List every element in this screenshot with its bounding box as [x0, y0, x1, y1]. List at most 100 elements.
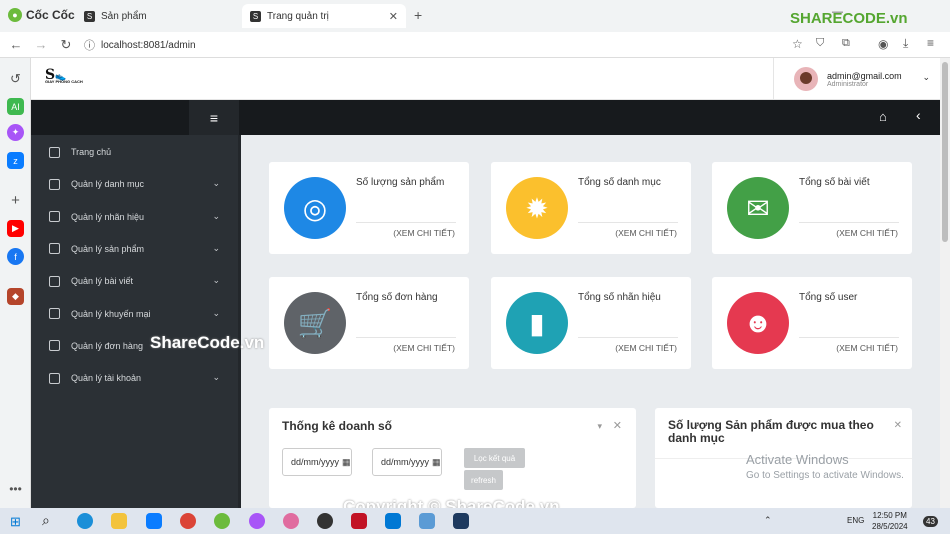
chevron-down-icon: ⌄ — [212, 372, 220, 383]
notification-badge[interactable]: 43 — [923, 516, 938, 527]
refresh-button[interactable]: refresh — [464, 470, 503, 490]
vs-icon[interactable] — [453, 513, 469, 529]
scrollbar-thumb[interactable] — [942, 62, 948, 242]
notepad-icon[interactable] — [419, 513, 435, 529]
sidebar-item[interactable]: Quản lý khuyến mại ⌄ — [31, 298, 238, 330]
sidebar-item[interactable]: Trang chủ — [31, 136, 238, 168]
date-from-input[interactable]: dd/mm/yyyy ▦ — [282, 448, 352, 476]
date-to-input[interactable]: dd/mm/yyyy ▦ — [372, 448, 442, 476]
edge-icon[interactable] — [77, 513, 93, 529]
extensions-icon[interactable]: ⧉ — [842, 37, 850, 50]
browser-tab-bar: ● Cốc Cốc S Sản phẩm S Trang quản trị ✕ … — [0, 0, 950, 32]
zalo-icon[interactable]: z — [7, 152, 24, 169]
chevron-down-icon[interactable]: ⌄ — [922, 72, 930, 83]
browser-brand[interactable]: ● Cốc Cốc — [8, 8, 75, 22]
clock-time: 12:50 PM — [872, 511, 907, 520]
zalo-taskbar-icon[interactable] — [146, 513, 162, 529]
chevron-left-icon[interactable]: ‹ — [916, 107, 921, 123]
intellij-icon[interactable] — [351, 513, 367, 529]
close-icon[interactable]: ✕ — [894, 420, 902, 431]
windows-taskbar: ⊞ ⌕ ⌃ ENG 12:50 PM 28/5/2024 43 — [0, 508, 950, 534]
facebook-icon[interactable]: f — [7, 248, 24, 265]
profile-icon[interactable]: ◉ — [878, 37, 888, 51]
download-icon[interactable]: ⤓ — [903, 36, 908, 51]
view-details-link[interactable]: (XEM CHI TIẾT) — [615, 343, 677, 353]
box-icon — [49, 275, 60, 287]
add-icon[interactable]: + — [7, 192, 24, 209]
youtube-icon[interactable]: ▶ — [7, 220, 24, 237]
shop-logo[interactable]: S👟 GIAY PHONG CACH — [45, 67, 93, 89]
filter-button[interactable]: Lọc kết quả — [464, 448, 525, 468]
sidebar-item[interactable]: Quản lý nhãn hiệu ⌄ — [31, 201, 238, 233]
close-tab-icon[interactable]: ✕ — [389, 10, 398, 23]
url-field[interactable]: ⓘ localhost:8081/admin — [84, 36, 784, 54]
sidebar-toggle-button[interactable]: ≡ — [189, 100, 239, 135]
vscode-icon[interactable] — [385, 513, 401, 529]
user-menu[interactable]: admin@gmail.com Administrator ⌄ — [773, 58, 940, 100]
sidebar-item-label: Quản lý bài viết — [71, 276, 134, 287]
more-icon[interactable]: ••• — [7, 480, 24, 497]
view-details-link[interactable]: (XEM CHI TIẾT) — [836, 228, 898, 238]
card-title: Số lượng sản phẩm — [356, 177, 445, 188]
collapse-icon[interactable]: ▾ — [597, 421, 602, 432]
date-placeholder: dd/mm/yyyy — [291, 457, 340, 467]
github-icon[interactable] — [317, 513, 333, 529]
chevron-down-icon: ⌄ — [212, 307, 220, 318]
home-icon — [49, 146, 60, 158]
spinner-icon — [49, 243, 60, 255]
ai-icon[interactable]: AI — [7, 98, 24, 115]
date-placeholder: dd/mm/yyyy — [381, 457, 430, 467]
user-email: admin@gmail.com — [827, 70, 902, 81]
coccoc-taskbar-icon[interactable] — [214, 513, 230, 529]
search-icon[interactable]: ⌕ — [42, 512, 50, 529]
tab-trang-quan-tri[interactable]: S Trang quản trị ✕ — [242, 4, 406, 28]
messenger-icon[interactable]: ✦ — [7, 124, 24, 141]
sales-panel: Thống kê doanh số ▾ ✕ dd/mm/yyyy ▦ dd/mm… — [269, 408, 636, 508]
calendar-icon: ▦ — [342, 456, 351, 467]
game-icon[interactable]: ◆ — [7, 288, 24, 305]
language-indicator[interactable]: ENG — [847, 516, 864, 525]
card-brands[interactable]: ▮ Tổng số nhãn hiệu (XEM CHI TIẾT) — [491, 277, 691, 369]
envelopes-icon: ✉ — [727, 177, 789, 239]
shield-icon[interactable]: ⛉ — [816, 37, 824, 50]
top-navbar: ≡ ⌂ ‹ — [31, 100, 940, 135]
new-tab-icon[interactable]: + — [414, 7, 422, 23]
history-icon[interactable]: ↺ — [7, 70, 24, 87]
file-explorer-icon[interactable] — [111, 513, 127, 529]
tray-chevron-icon[interactable]: ⌃ — [764, 515, 772, 526]
windows-start-icon[interactable]: ⊞ — [10, 514, 21, 530]
reload-icon[interactable]: ↻ — [58, 37, 74, 53]
close-icon[interactable]: ✕ — [613, 419, 622, 432]
clock[interactable]: 12:50 PM 28/5/2024 — [872, 510, 908, 532]
back-icon[interactable]: ← — [8, 37, 24, 52]
view-details-link[interactable]: (XEM CHI TIẾT) — [393, 343, 455, 353]
chrome-icon[interactable] — [180, 513, 196, 529]
view-details-link[interactable]: (XEM CHI TIẾT) — [836, 343, 898, 353]
messenger-taskbar-icon[interactable] — [249, 513, 265, 529]
sidebar-item[interactable]: Quản lý bài viết ⌄ — [31, 265, 238, 297]
app-taskbar-icon[interactable] — [283, 513, 299, 529]
sidebar-item[interactable]: Quản lý danh mục ⌄ — [31, 168, 238, 200]
card-users[interactable]: ☻ Tổng số user (XEM CHI TIẾT) — [712, 277, 912, 369]
lifebuoy-icon: ◎ — [284, 177, 346, 239]
site-favicon-icon: S — [250, 10, 261, 22]
sidebar-item[interactable]: Quản lý sản phẩm ⌄ — [31, 233, 238, 265]
card-categories[interactable]: ✹ Tổng số danh mục (XEM CHI TIẾT) — [491, 162, 691, 254]
view-details-link[interactable]: (XEM CHI TIẾT) — [393, 228, 455, 238]
forward-icon[interactable]: → — [33, 37, 49, 52]
table-icon — [49, 211, 60, 223]
home-icon[interactable]: ⌂ — [879, 109, 887, 124]
card-posts[interactable]: ✉ Tổng số bài viết (XEM CHI TIẾT) — [712, 162, 912, 254]
card-orders[interactable]: 🛒 Tổng số đơn hàng (XEM CHI TIẾT) — [269, 277, 469, 369]
card-products[interactable]: ◎ Số lượng sản phẩm (XEM CHI TIẾT) — [269, 162, 469, 254]
coccoc-logo-icon: ● — [8, 8, 22, 22]
browser-brand-label: Cốc Cốc — [26, 8, 75, 22]
view-details-link[interactable]: (XEM CHI TIẾT) — [615, 228, 677, 238]
chevron-down-icon: ⌄ — [212, 242, 220, 253]
sidebar-item[interactable]: Quản lý tài khoản ⌄ — [31, 362, 238, 394]
bookmark-star-icon[interactable]: ☆ — [792, 37, 803, 51]
avatar — [794, 67, 818, 91]
tab-san-pham[interactable]: S Sản phẩm — [76, 4, 236, 28]
card-title: Tổng số nhãn hiệu — [578, 292, 661, 303]
menu-icon[interactable]: ≡ — [927, 36, 934, 50]
